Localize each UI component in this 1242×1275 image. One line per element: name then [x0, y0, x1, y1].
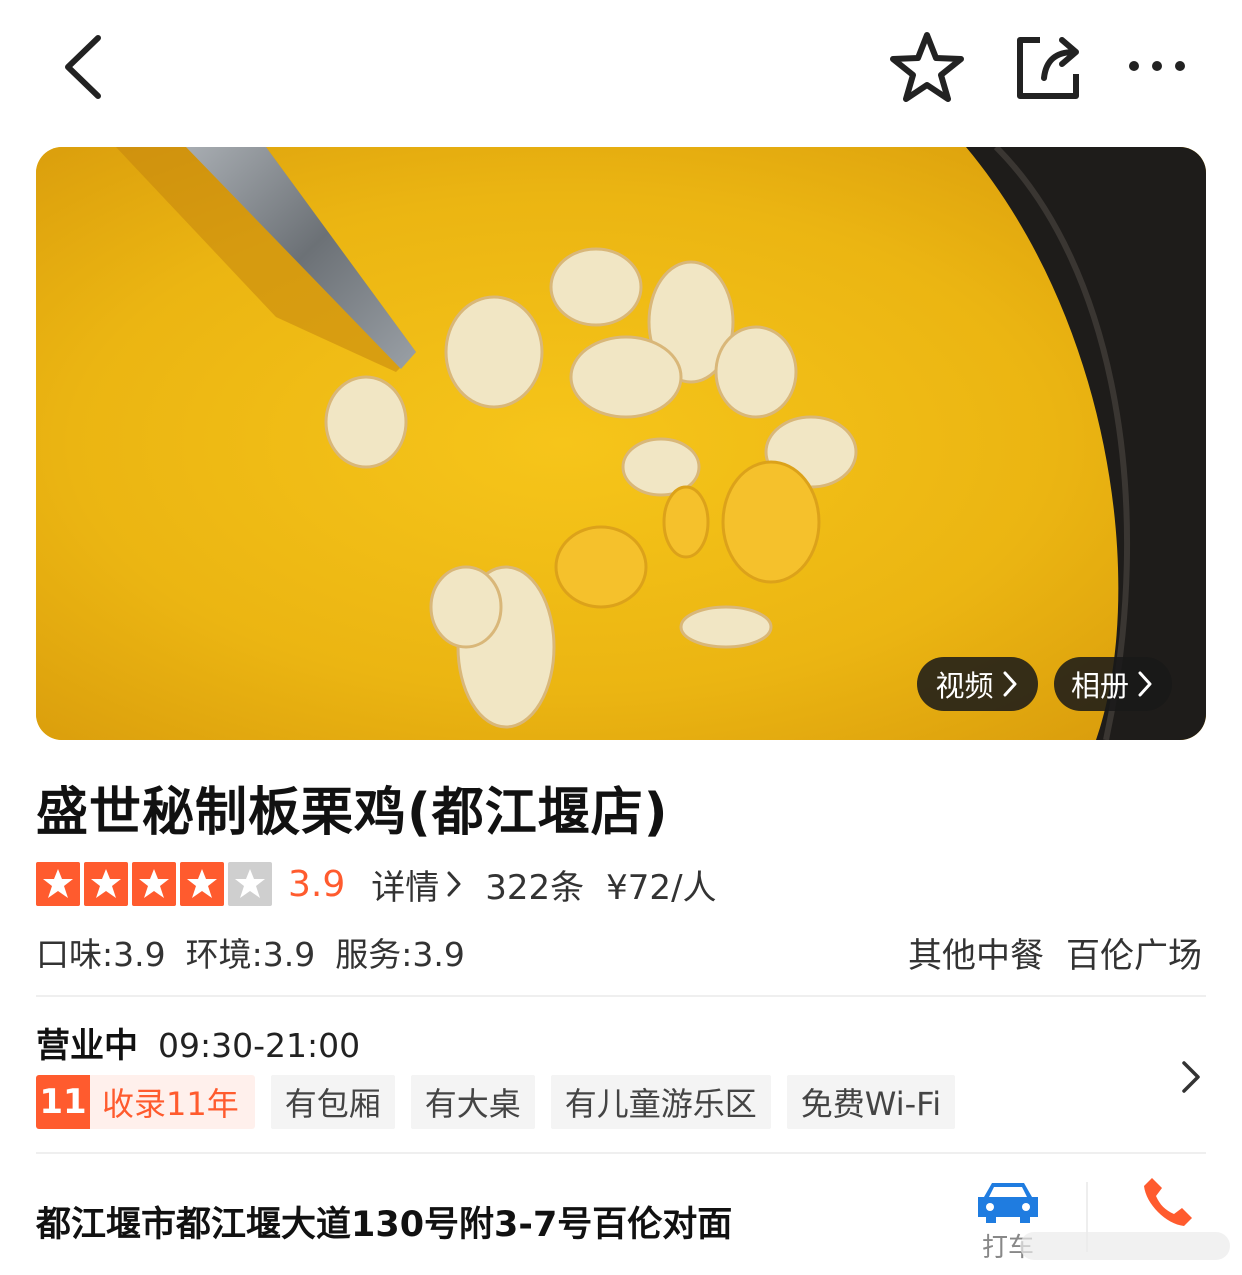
favorite-button[interactable] [888, 30, 966, 104]
star-icon [187, 869, 217, 898]
years-badge: 11 收录11年 [36, 1075, 255, 1129]
phone-icon [1144, 1178, 1192, 1226]
album-button[interactable]: 相册 [1054, 657, 1172, 711]
star-icon [235, 869, 265, 898]
sub-scores: 口味:3.9 环境:3.9 服务:3.9 [36, 928, 465, 976]
years-badge-number: 11 [36, 1075, 90, 1129]
taste-score: 口味:3.9 [36, 935, 166, 974]
rating-detail-link[interactable]: 详情 [371, 860, 463, 909]
watermark [1020, 1232, 1230, 1260]
price-per-person: ¥72/人 [606, 867, 717, 908]
more-button[interactable] [1124, 48, 1190, 84]
hero-photo[interactable]: 视频 相册 [36, 147, 1206, 740]
rating-stars [36, 862, 276, 906]
dish-photo [36, 147, 1206, 740]
feature-chip: 有包厢 [270, 1075, 395, 1129]
share-button[interactable] [1010, 32, 1084, 102]
rating-star [36, 862, 80, 906]
share-icon [1017, 37, 1079, 99]
star-outline-icon [890, 32, 964, 102]
category-tags: 其他中餐 百伦广场 [908, 928, 1202, 977]
chevron-right-icon [1003, 671, 1016, 697]
shop-name: 盛世秘制板栗鸡(都江堰店) [36, 783, 669, 843]
divider [36, 1152, 1206, 1154]
open-status: 营业中 [36, 1026, 138, 1066]
feature-chip: 免费Wi-Fi [786, 1075, 956, 1129]
rating-row: 3.9 详情 322条 ¥72/人 [36, 860, 717, 908]
rating-score: 3.9 [288, 863, 346, 905]
car-icon [978, 1183, 1038, 1223]
detail-label: 详情 [371, 867, 440, 908]
top-navigation-bar [0, 0, 1242, 130]
divider [36, 995, 1206, 997]
feature-chip: 有大桌 [410, 1075, 535, 1129]
rating-star [132, 862, 176, 906]
environment-score: 环境:3.9 [185, 935, 316, 974]
years-badge-text: 收录11年 [102, 1085, 239, 1123]
chevron-right-icon[interactable] [1178, 1058, 1204, 1096]
back-button[interactable] [58, 32, 112, 102]
more-dots-icon [1129, 61, 1185, 71]
rating-star [228, 862, 272, 906]
video-button[interactable]: 视频 [917, 657, 1038, 711]
back-chevron-icon [65, 35, 101, 99]
album-label: 相册 [1070, 669, 1129, 703]
feature-chip: 有儿童游乐区 [550, 1075, 771, 1129]
review-count[interactable]: 322条 [485, 860, 584, 909]
rating-star [84, 862, 128, 906]
chevron-right-icon [1138, 671, 1152, 697]
star-icon [43, 869, 73, 898]
chevron-right-icon [447, 871, 461, 897]
area-label[interactable]: 百伦广场 [1066, 928, 1202, 977]
shop-address[interactable]: 都江堰市都江堰大道130号附3-7号百伦对面 [36, 1196, 732, 1247]
star-icon [139, 869, 169, 898]
star-icon [91, 869, 121, 898]
category-label[interactable]: 其他中餐 [908, 928, 1044, 977]
service-score: 服务:3.9 [335, 935, 465, 974]
rating-star [180, 862, 224, 906]
video-label: 视频 [935, 669, 994, 703]
feature-tags[interactable]: 11 收录11年 有包厢 有大桌 有儿童游乐区 免费Wi-Fi [36, 1075, 956, 1129]
business-hours[interactable]: 营业中 09:30-21:00 [36, 1018, 360, 1067]
open-hours: 09:30-21:00 [158, 1026, 361, 1065]
call-button[interactable] [1138, 1172, 1198, 1232]
